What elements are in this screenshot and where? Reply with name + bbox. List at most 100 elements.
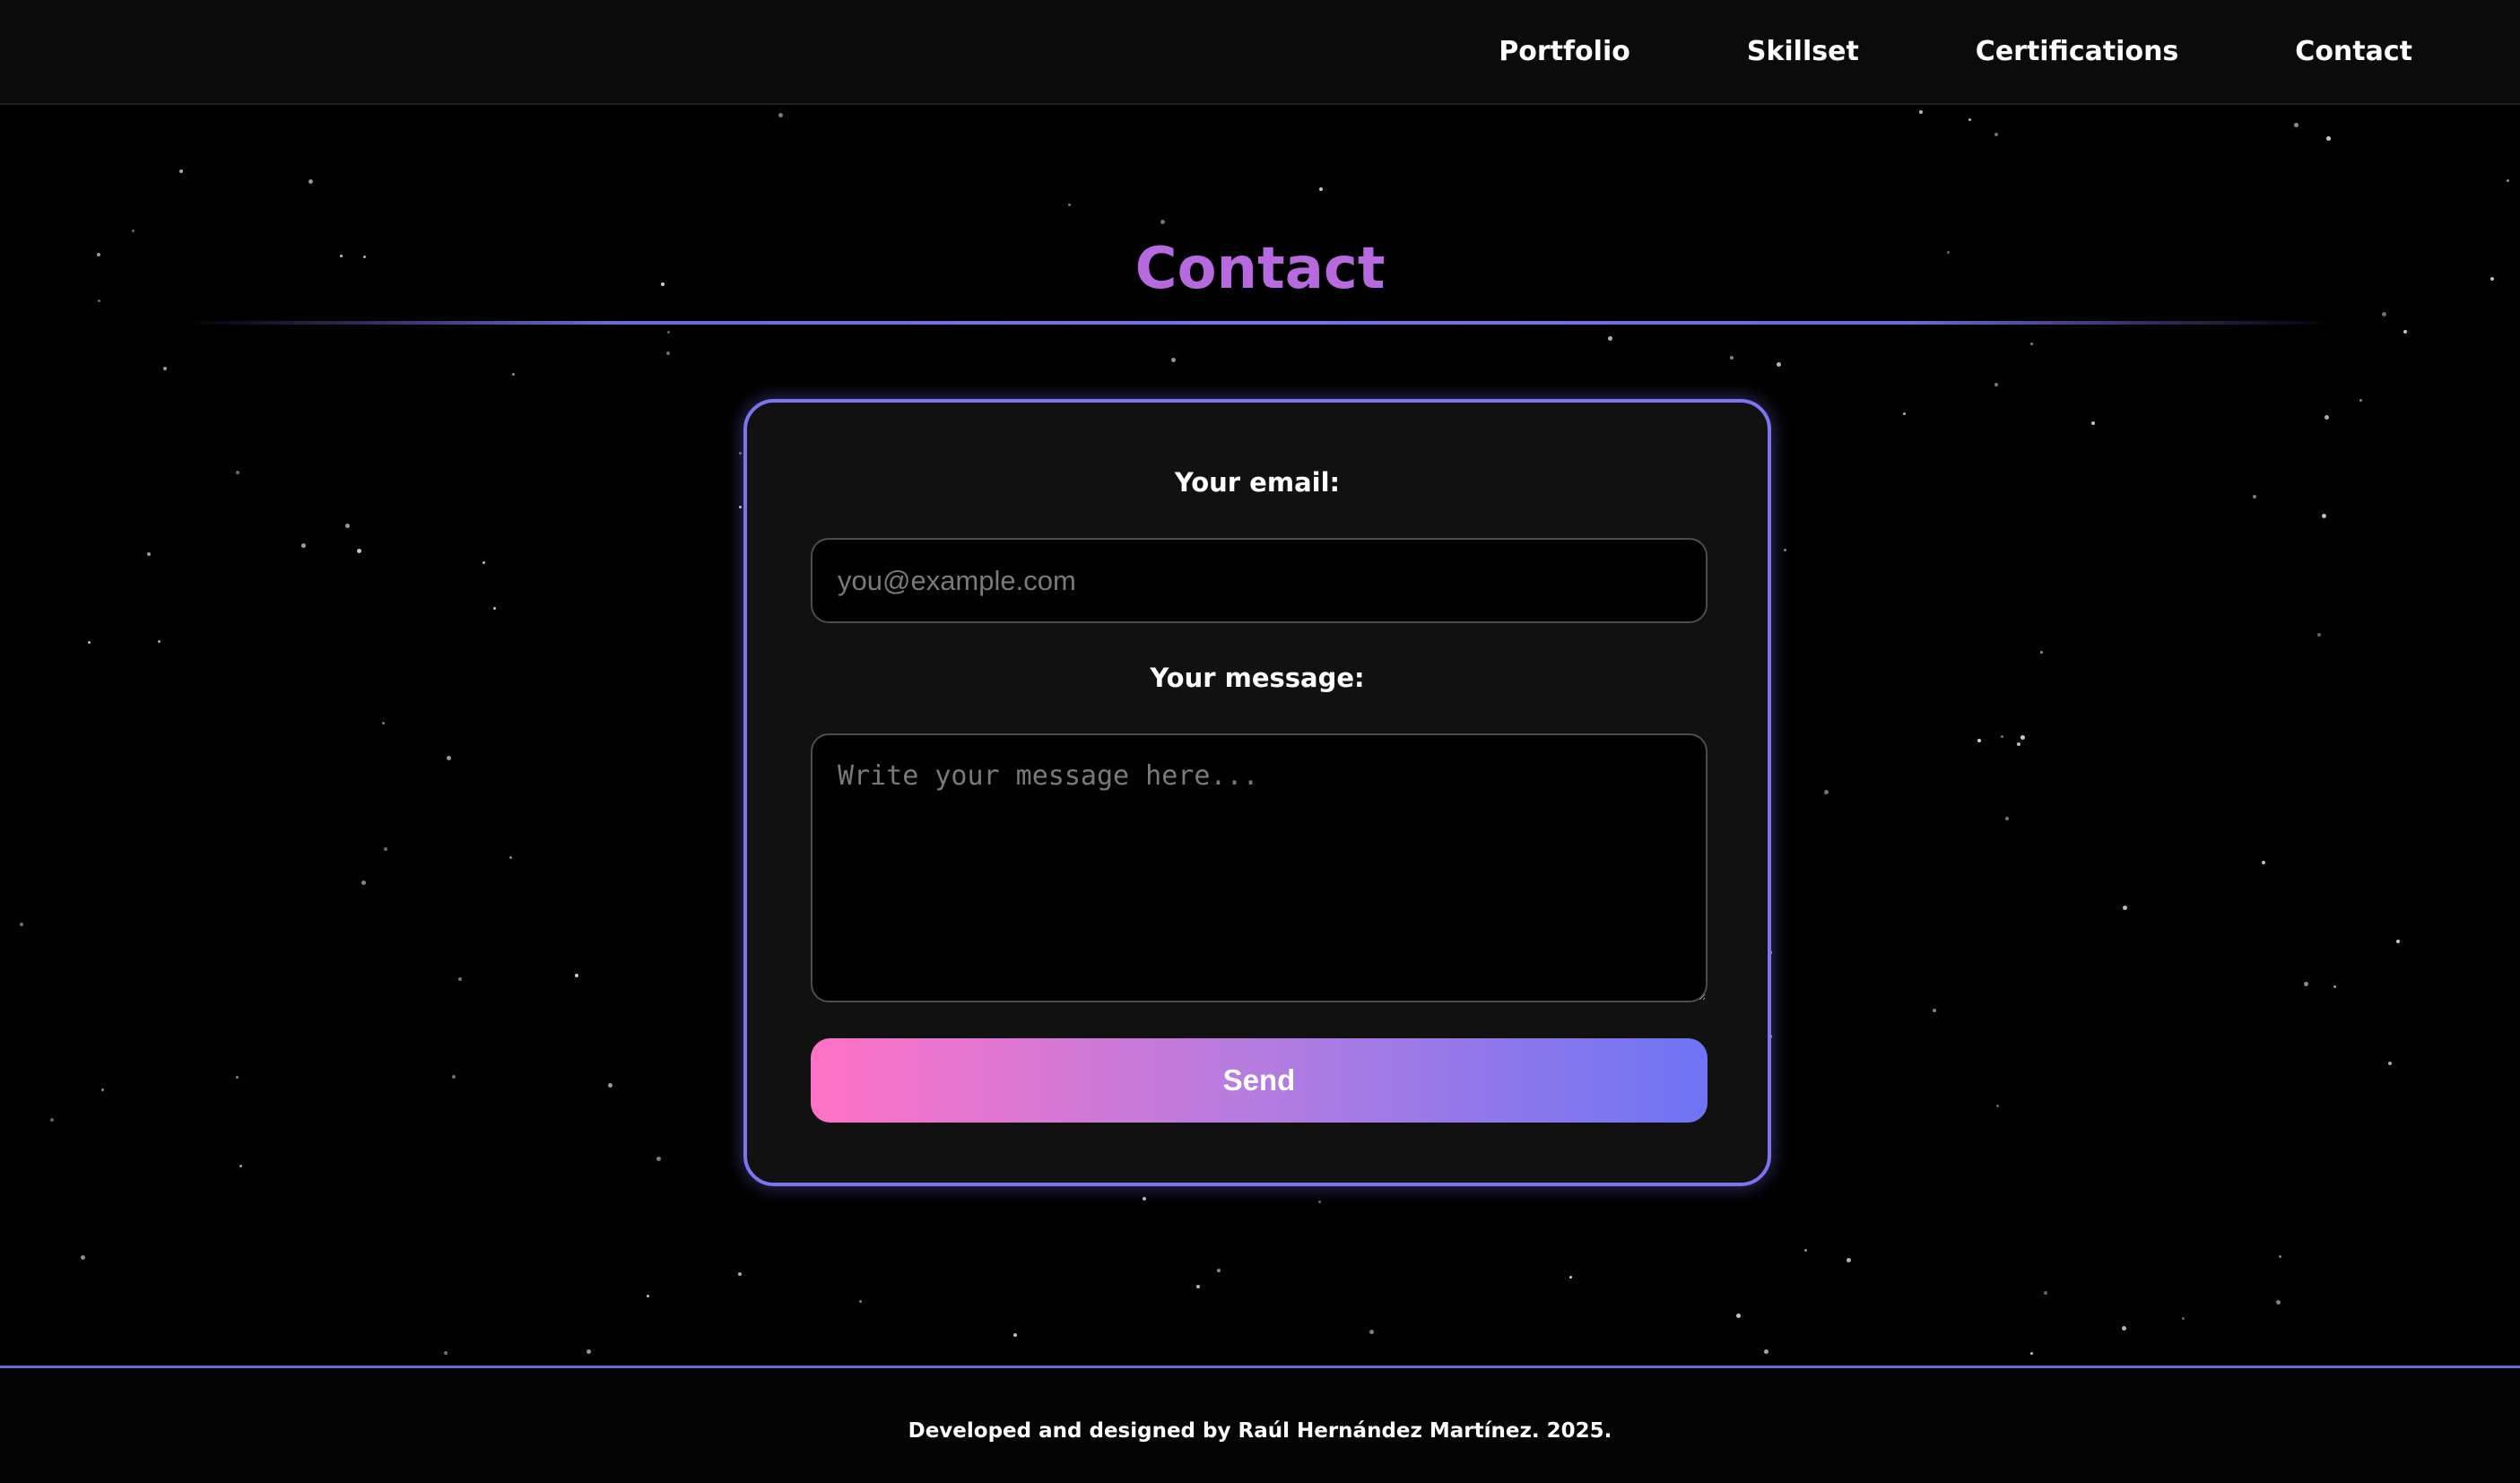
- star-dot: [1160, 220, 1165, 224]
- star-dot: [2017, 742, 2020, 746]
- nav-item-portfolio[interactable]: Portfolio: [1499, 36, 1630, 67]
- star-dot: [447, 756, 451, 760]
- nav-item-certifications[interactable]: Certifications: [1976, 36, 2179, 67]
- star-dot: [2276, 1300, 2281, 1305]
- star-dot: [2044, 1291, 2047, 1295]
- star-dot: [2262, 861, 2265, 864]
- star-dot: [2123, 906, 2127, 910]
- star-dot: [101, 1088, 104, 1091]
- star-dot: [2388, 1062, 2392, 1065]
- star-dot: [2030, 1352, 2033, 1355]
- star-dot: [88, 641, 91, 644]
- star-dot: [482, 561, 485, 564]
- star-dot: [2294, 123, 2298, 127]
- contact-form-card: Your email: Your message: Send: [743, 399, 1771, 1186]
- top-navbar: Portfolio Skillset Certifications Contac…: [0, 0, 2520, 105]
- send-button[interactable]: Send: [811, 1038, 1708, 1123]
- star-dot: [147, 552, 151, 556]
- star-dot: [1217, 1269, 1221, 1272]
- star-dot: [2020, 735, 2025, 740]
- star-dot: [1318, 1201, 1321, 1203]
- star-dot: [1143, 1197, 1146, 1201]
- star-dot: [1784, 549, 1786, 551]
- nav-item-contact[interactable]: Contact: [2295, 36, 2412, 67]
- star-dot: [656, 1157, 661, 1161]
- star-dot: [2326, 136, 2331, 141]
- star-dot: [158, 640, 161, 643]
- nav-menu: Portfolio Skillset Certifications Contac…: [1499, 0, 2412, 103]
- star-dot: [1994, 383, 1998, 386]
- star-dot: [50, 1118, 54, 1122]
- star-dot: [81, 1255, 85, 1260]
- star-dot: [2182, 1317, 2185, 1320]
- star-dot: [1933, 1009, 1936, 1012]
- star-dot: [739, 452, 742, 455]
- star-dot: [2253, 495, 2256, 499]
- star-dot: [1319, 187, 1323, 191]
- star-dot: [1068, 204, 1071, 206]
- star-dot: [1764, 1349, 1768, 1354]
- star-dot: [667, 331, 670, 334]
- star-dot: [2040, 651, 2043, 654]
- star-dot: [2359, 399, 2362, 402]
- star-dot: [2005, 817, 2009, 820]
- star-dot: [1919, 110, 1923, 114]
- star-dot: [452, 1075, 456, 1079]
- star-dot: [444, 1351, 448, 1355]
- star-dot: [2304, 982, 2308, 986]
- star-dot: [236, 1076, 239, 1079]
- star-dot: [1013, 1333, 1017, 1337]
- star-dot: [384, 847, 387, 851]
- star-dot: [2279, 1255, 2281, 1258]
- contact-page: Portfolio Skillset Certifications Contac…: [0, 0, 2520, 1483]
- star-dot: [1804, 1249, 1807, 1252]
- star-dot: [1730, 356, 1734, 360]
- message-label: Your message:: [1150, 663, 1365, 693]
- star-dot: [666, 351, 670, 355]
- star-dot: [1996, 1105, 1999, 1107]
- star-dot: [1847, 1258, 1851, 1262]
- star-dot: [2122, 1326, 2126, 1331]
- star-dot: [739, 506, 742, 508]
- star-dot: [587, 1349, 591, 1354]
- star-dot: [2507, 179, 2509, 182]
- star-dot: [2001, 735, 2003, 738]
- star-dot: [1171, 358, 1176, 362]
- star-dot: [20, 923, 23, 926]
- star-dot: [738, 1272, 742, 1276]
- star-dot: [575, 974, 578, 977]
- message-textarea[interactable]: [811, 733, 1708, 1002]
- email-label: Your email:: [1174, 467, 1341, 498]
- star-dot: [2317, 633, 2321, 637]
- star-dot: [2396, 940, 2400, 943]
- star-dot: [2322, 514, 2326, 518]
- star-dot: [458, 977, 462, 981]
- star-dot: [382, 722, 385, 724]
- star-dot: [1569, 1276, 1572, 1279]
- star-dot: [493, 607, 496, 610]
- star-dot: [512, 373, 515, 376]
- star-dot: [345, 524, 350, 528]
- star-dot: [1777, 362, 1781, 367]
- star-dot: [1977, 739, 1981, 742]
- star-dot: [2324, 415, 2329, 420]
- star-dot: [1736, 1314, 1741, 1318]
- footer-credits: Developed and designed by Raúl Hernández…: [908, 1419, 1612, 1443]
- nav-item-skillset[interactable]: Skillset: [1747, 36, 1859, 67]
- star-dot: [2091, 421, 2095, 425]
- star-dot: [1369, 1330, 1374, 1334]
- star-dot: [608, 1083, 613, 1088]
- title-section: Contact: [0, 229, 2520, 309]
- star-dot: [1903, 412, 1906, 415]
- star-dot: [236, 471, 239, 474]
- star-dot: [357, 549, 361, 553]
- star-dot: [1994, 133, 1998, 136]
- page-title: Contact: [1134, 236, 1386, 302]
- star-dot: [2403, 330, 2407, 334]
- star-dot: [509, 856, 512, 859]
- star-dot: [859, 1300, 862, 1303]
- star-dot: [1196, 1285, 1200, 1288]
- email-field[interactable]: [811, 538, 1708, 623]
- page-footer: Developed and designed by Raúl Hernández…: [0, 1366, 2520, 1483]
- star-dot: [2382, 312, 2386, 317]
